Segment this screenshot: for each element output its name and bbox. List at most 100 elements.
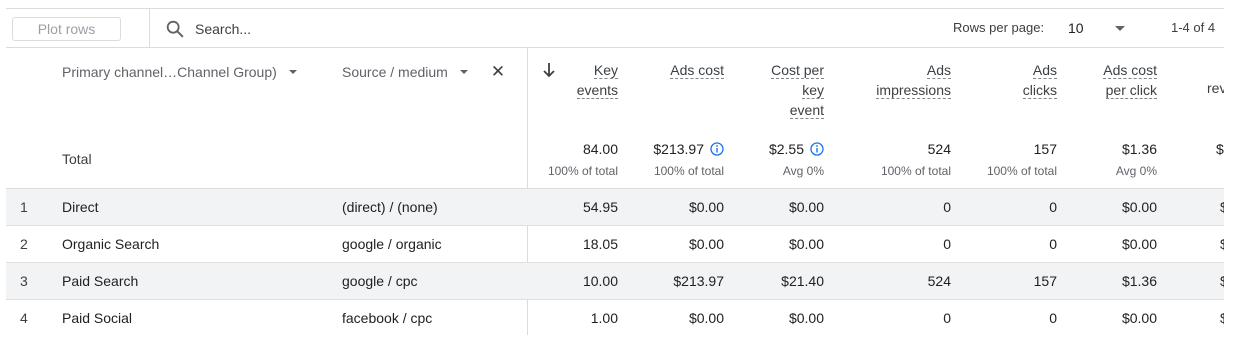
row-ads-cost-per-click: $0.00 (1121, 199, 1157, 215)
row-ads-clicks: 0 (1049, 236, 1057, 252)
primary-dimension-header[interactable]: Primary channel…Channel Group) (62, 64, 297, 80)
row-ads-impressions: 0 (943, 310, 951, 326)
total-value-ads-impressions: 524 (845, 141, 951, 157)
metric-header-line: per click (1105, 82, 1157, 99)
secondary-dimension-label: Source / medium (342, 64, 448, 80)
row-ads-clicks: 0 (1049, 199, 1057, 215)
row-source-medium: google / cpc (342, 273, 418, 289)
row-channel: Organic Search (62, 236, 160, 252)
row-cost-per-key-event: $0.00 (788, 236, 824, 252)
primary-dimension-label: Primary channel…Channel Group) (62, 64, 277, 80)
row-ads-cost: $213.97 (673, 273, 724, 289)
close-icon[interactable]: ✕ (490, 63, 506, 80)
metric-header-line: key (802, 82, 824, 99)
total-sub-key-events: 100% of total (547, 164, 618, 178)
metric-header-key-events[interactable]: Key events (560, 60, 618, 100)
row-source-medium: (direct) / (none) (342, 199, 438, 215)
search-input[interactable] (195, 18, 495, 40)
row-ads-impressions: 524 (927, 273, 951, 289)
total-sub-cost-per-key-event: Avg 0% (782, 164, 824, 178)
metric-header-cost-per-key-event[interactable]: Cost per key event (740, 60, 824, 120)
row-channel: Direct (62, 199, 99, 215)
total-value-ads-cost: $213.97 (630, 141, 724, 157)
row-source-medium: google / organic (342, 236, 442, 252)
row-rank: 2 (20, 236, 28, 252)
row-rank: 4 (20, 310, 28, 326)
total-row-label: Total (62, 151, 92, 167)
table-row[interactable]: 4 Paid Social facebook / cpc 1.00 $0.00 … (6, 300, 1224, 337)
metric-header-line: events (576, 82, 618, 99)
row-ads-cost: $0.00 (688, 236, 724, 252)
toolbar-divider (149, 9, 150, 48)
metric-header-ads-cost[interactable]: Ads cost (630, 60, 724, 80)
info-icon[interactable] (710, 142, 724, 156)
row-source-medium: facebook / cpc (342, 310, 433, 326)
row-ads-cost: $0.00 (688, 310, 724, 326)
metric-header-ads-cost-per-click[interactable]: Ads cost per click (1070, 60, 1157, 100)
metric-header-ads-clicks[interactable]: Ads clicks (970, 60, 1057, 100)
row-key-events: 18.05 (582, 236, 618, 252)
row-ads-clicks: 157 (1033, 273, 1057, 289)
row-cost-per-key-event: $0.00 (788, 310, 824, 326)
total-value-cost-per-key-event: $2.55 (740, 141, 824, 157)
row-channel: Paid Social (62, 310, 133, 326)
table-toolbar: Plot rows Rows per page: 10 1-4 of 4 (6, 8, 1224, 48)
row-rank: 1 (20, 199, 28, 215)
caret-down-icon[interactable] (288, 70, 297, 74)
rows-per-page-value: 10 (1068, 20, 1084, 36)
table-row[interactable]: 2 Organic Search google / organic 18.05 … (6, 226, 1224, 263)
row-key-events: 54.95 (582, 199, 618, 215)
row-ads-cost-per-click: $0.00 (1121, 310, 1157, 326)
row-ads-cost-per-click: $1.36 (1121, 273, 1157, 289)
row-revenue-truncated: $ (1220, 236, 1224, 252)
metric-header-revenue-truncated[interactable]: rev (1207, 80, 1224, 96)
row-ads-cost: $0.00 (688, 199, 724, 215)
row-key-events: 1.00 (590, 310, 618, 326)
total-sub-ads-clicks: 100% of total (986, 164, 1057, 178)
plot-rows-button[interactable]: Plot rows (12, 17, 121, 41)
metric-header-line: clicks (1022, 82, 1057, 99)
total-value-ads-clicks: 157 (970, 141, 1057, 157)
row-channel: Paid Search (62, 273, 139, 289)
total-sub-ads-impressions: 100% of total (880, 164, 951, 178)
info-icon[interactable] (810, 142, 824, 156)
row-ads-clicks: 0 (1049, 310, 1057, 326)
row-cost-per-key-event: $21.40 (781, 273, 824, 289)
metric-header-line: Ads cost (670, 62, 724, 79)
pagination-status: 1-4 of 4 (1171, 20, 1216, 35)
rows-per-page-label: Rows per page: (953, 20, 1045, 35)
total-value: 157 (1033, 141, 1057, 157)
total-value: 84.00 (582, 141, 618, 157)
metric-header-ads-impressions[interactable]: Ads impressions (845, 60, 951, 100)
metric-header-line: event (789, 102, 824, 119)
metric-header-line: Ads cost (1103, 62, 1157, 79)
row-ads-impressions: 0 (943, 199, 951, 215)
table-row[interactable]: 3 Paid Search google / cpc 10.00 $213.97… (6, 263, 1224, 300)
row-rank: 3 (20, 273, 28, 289)
metric-header-line: Key (593, 62, 618, 79)
total-value-key-events: 84.00 (540, 141, 618, 157)
total-value: 524 (927, 141, 951, 157)
row-revenue-truncated: $ (1220, 199, 1224, 215)
row-ads-cost-per-click: $0.00 (1121, 236, 1157, 252)
row-cost-per-key-event: $0.00 (788, 199, 824, 215)
metric-header-line: Ads (1032, 62, 1057, 79)
total-value-ads-cost-per-click: $1.36 (1070, 141, 1157, 157)
row-ads-impressions: 0 (943, 236, 951, 252)
search-icon[interactable] (164, 18, 186, 40)
row-revenue-truncated: $ (1220, 273, 1224, 289)
metric-header-line: impressions (876, 82, 951, 99)
table-row[interactable]: 1 Direct (direct) / (none) 54.95 $0.00 $… (6, 189, 1224, 226)
total-value: $2.55 (768, 141, 804, 157)
caret-down-icon[interactable] (459, 70, 468, 74)
row-revenue-truncated: $ (1220, 310, 1224, 326)
total-sub-ads-cost: 100% of total (653, 164, 724, 178)
total-value-revenue-truncated: $ (1216, 141, 1224, 157)
metric-header-line: Ads (926, 62, 951, 79)
arrow-down-icon[interactable] (541, 61, 557, 79)
caret-down-icon (1115, 26, 1125, 31)
secondary-dimension-header[interactable]: Source / medium (342, 64, 468, 80)
metric-header-line: Cost per (771, 62, 824, 79)
total-sub-ads-cost-per-click: Avg 0% (1115, 164, 1157, 178)
total-value: $213.97 (653, 141, 704, 157)
